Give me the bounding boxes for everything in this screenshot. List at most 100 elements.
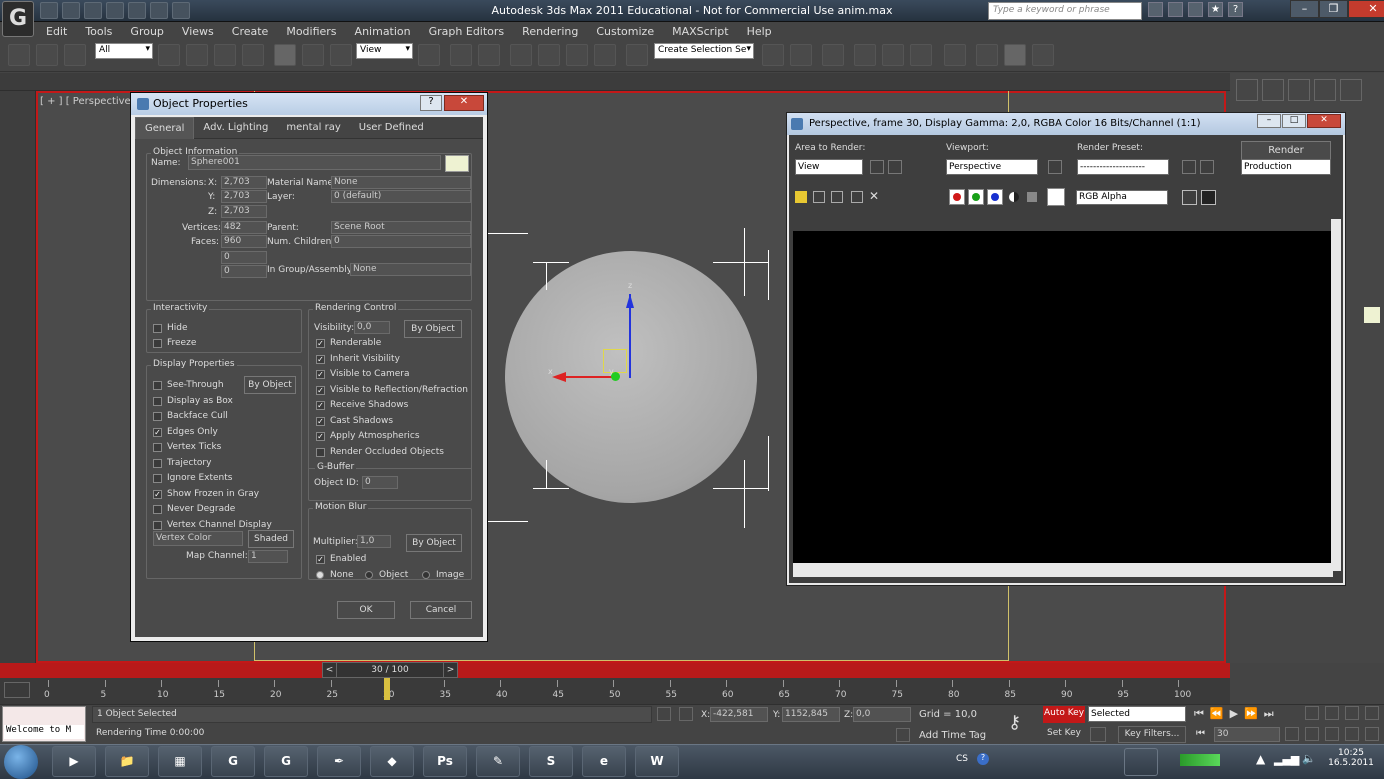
graphite-ribbon-icon[interactable]	[854, 44, 876, 66]
checkbox-receive-shadows[interactable]: ✓	[316, 401, 325, 410]
taskbar-app-button[interactable]: W	[635, 746, 679, 777]
checkbox-visible-to-reflection-refraction[interactable]: ✓	[316, 385, 325, 395]
x-coord-field[interactable]: -422,581	[710, 707, 768, 722]
checkbox-show-frozen-in-gray[interactable]: ✓	[153, 489, 162, 499]
menu-tools[interactable]: Tools	[85, 25, 112, 38]
blur-image-radio[interactable]	[422, 571, 430, 579]
communication-icon[interactable]	[1188, 2, 1203, 17]
x-axis-arrow[interactable]	[562, 376, 617, 378]
key-mode-toggle-icon[interactable]: ⏮	[1196, 728, 1205, 739]
alpha-channel-toggle[interactable]	[1009, 192, 1019, 202]
subscription-icon[interactable]	[1168, 2, 1183, 17]
ok-button[interactable]: OK	[337, 601, 395, 619]
select-object-icon[interactable]	[158, 44, 180, 66]
environment-icon[interactable]	[1200, 160, 1214, 174]
checkbox-inherit-visibility[interactable]: ✓	[316, 354, 325, 364]
taskbar-app-button[interactable]: ◆	[370, 746, 414, 777]
rendered-frame-window-icon[interactable]	[1004, 44, 1026, 66]
set-key-button[interactable]: Set Key	[1043, 726, 1085, 743]
current-frame-field[interactable]: 30	[1214, 727, 1280, 742]
volume-tray-icon[interactable]: 🔈	[1302, 752, 1316, 765]
add-time-tag[interactable]: Add Time Tag	[919, 730, 986, 741]
channel-display-dropdown[interactable]: RGB Alpha	[1076, 190, 1168, 205]
snaps-toggle-icon[interactable]	[510, 44, 532, 66]
taskbar-app-button[interactable]: G	[211, 746, 255, 777]
copy-image-icon[interactable]	[813, 191, 825, 203]
menu-animation[interactable]: Animation	[355, 25, 411, 38]
taskbar-app-button[interactable]: ✒	[317, 746, 361, 777]
render-setup-icon[interactable]	[1182, 160, 1196, 174]
display-tab-icon[interactable]	[1340, 79, 1362, 101]
close-button[interactable]: ✕	[1348, 0, 1384, 18]
motion-blur-by-object-button[interactable]: By Object	[406, 534, 462, 552]
curve-editor-icon[interactable]	[882, 44, 904, 66]
align-icon[interactable]	[790, 44, 812, 66]
toggle-ui-icon[interactable]	[1201, 190, 1216, 205]
checkbox-vertex-channel-display[interactable]	[153, 520, 162, 530]
search-input[interactable]: Type a keyword or phrase	[988, 2, 1142, 20]
maximize-button[interactable]: ❐	[1319, 0, 1348, 18]
lock-viewport-icon[interactable]	[1048, 160, 1062, 174]
menu-create[interactable]: Create	[232, 25, 269, 38]
menu-rendering[interactable]: Rendering	[522, 25, 578, 38]
checkbox-never-degrade[interactable]	[153, 505, 162, 514]
multiplier-field[interactable]: 1,0	[357, 535, 391, 548]
select-by-name-icon[interactable]	[186, 44, 208, 66]
set-key-icon[interactable]: ⚷	[1008, 712, 1021, 733]
open-file-icon[interactable]	[62, 2, 80, 19]
menu-edit[interactable]: Edit	[46, 25, 67, 38]
save-image-icon[interactable]	[795, 191, 807, 203]
blur-object-radio[interactable]	[365, 571, 373, 579]
menu-maxscript[interactable]: MAXScript	[672, 25, 728, 38]
zoom-extents-icon[interactable]	[1345, 706, 1359, 720]
move-icon[interactable]	[274, 44, 296, 66]
taskbar-app-button[interactable]: ▦	[158, 746, 202, 777]
menu-modifiers[interactable]: Modifiers	[286, 25, 336, 38]
modify-tab-icon[interactable]	[1262, 79, 1284, 101]
render-setup-icon[interactable]	[976, 44, 998, 66]
favorites-star-icon[interactable]: ★	[1208, 2, 1223, 17]
percent-snap-icon[interactable]	[566, 44, 588, 66]
display-by-object-button[interactable]: By Object	[244, 376, 296, 394]
menu-help[interactable]: Help	[747, 25, 772, 38]
enabled-checkbox[interactable]: ✓	[316, 555, 325, 564]
clear-image-icon[interactable]: ✕	[869, 189, 879, 203]
reference-coordinate-dropdown[interactable]: View	[356, 43, 413, 59]
map-channel-field[interactable]: 1	[248, 550, 288, 563]
taskbar-app-button[interactable]: S	[529, 746, 573, 777]
y-coord-field[interactable]: 1152,845	[782, 707, 840, 722]
go-to-end-icon[interactable]: ⏭	[1264, 707, 1274, 721]
render-preset-dropdown[interactable]: --------------------	[1077, 159, 1169, 175]
create-tab-icon[interactable]	[1236, 79, 1258, 101]
tab-general[interactable]: General	[135, 117, 195, 139]
rotate-icon[interactable]	[302, 44, 324, 66]
viewport-dropdown[interactable]: Perspective	[946, 159, 1038, 175]
red-channel-toggle[interactable]	[949, 189, 965, 205]
rendering-by-object-button[interactable]: By Object	[404, 320, 462, 338]
auto-region-icon[interactable]	[888, 160, 902, 174]
checkbox-apply-atmospherics[interactable]: ✓	[316, 432, 325, 441]
save-file-icon[interactable]	[84, 2, 102, 19]
object-name-field[interactable]: Sphere001	[188, 155, 441, 170]
language-indicator[interactable]: CS	[956, 754, 968, 764]
horizontal-scrollbar[interactable]	[793, 563, 1333, 577]
object-color-swatch[interactable]	[445, 155, 469, 172]
bind-space-warp-icon[interactable]	[64, 44, 86, 66]
prev-frame-button[interactable]: <	[323, 663, 337, 677]
play-icon[interactable]: ▶	[1230, 707, 1238, 721]
mirror-icon[interactable]	[762, 44, 784, 66]
keyboard-shortcut-icon[interactable]	[478, 44, 500, 66]
qat-dropdown-icon[interactable]	[172, 2, 190, 19]
monochrome-toggle[interactable]	[1027, 192, 1037, 202]
render-close-button[interactable]: ✕	[1307, 114, 1341, 128]
checkbox-backface-cull[interactable]	[153, 412, 162, 421]
checkbox-trajectory[interactable]	[153, 458, 162, 468]
edit-named-selection-icon[interactable]	[626, 44, 648, 66]
select-link-icon[interactable]	[8, 44, 30, 66]
green-channel-toggle[interactable]	[968, 189, 984, 205]
checkbox-see-through[interactable]	[153, 381, 162, 390]
absolute-mode-icon[interactable]	[679, 707, 693, 721]
schematic-view-icon[interactable]	[910, 44, 932, 66]
render-maximize-button[interactable]: □	[1282, 114, 1306, 128]
zoom-icon[interactable]	[1305, 706, 1319, 720]
